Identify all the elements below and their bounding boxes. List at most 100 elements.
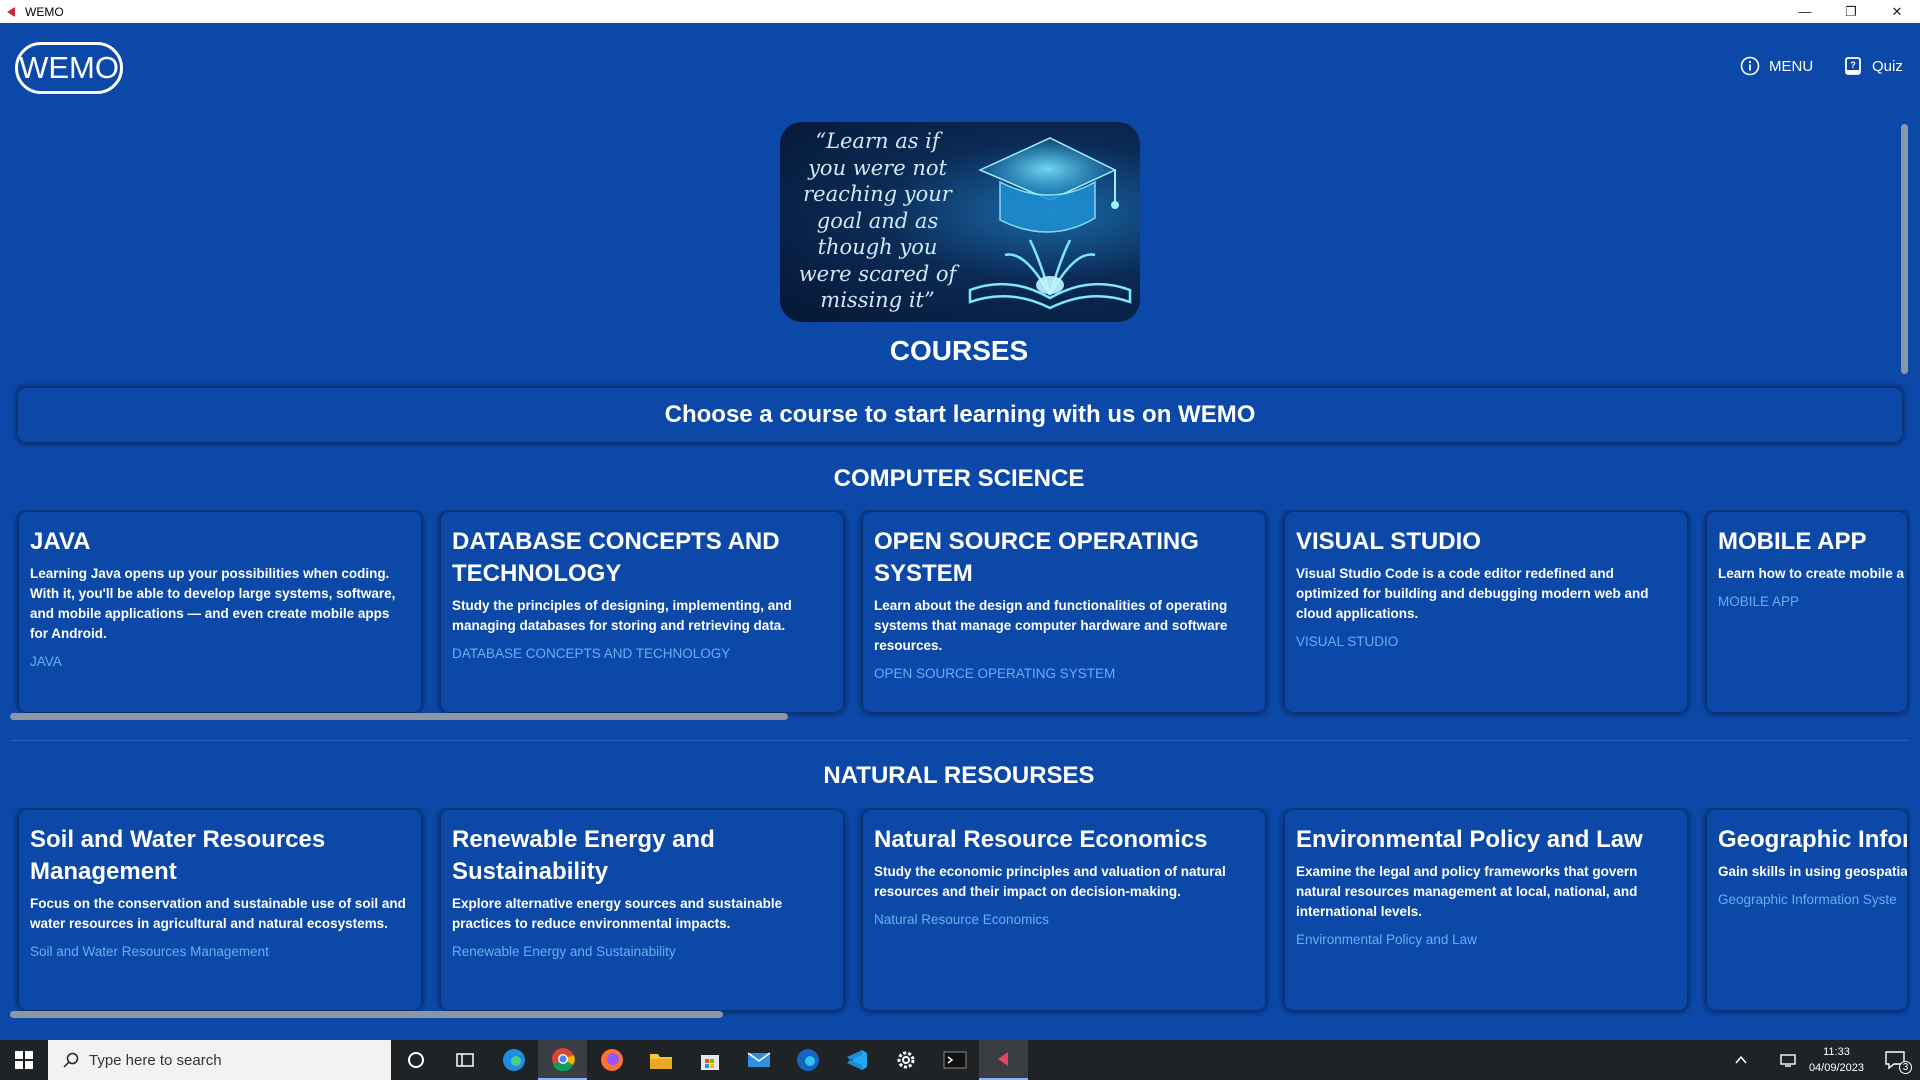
card-link[interactable]: Natural Resource Economics [874, 912, 1254, 927]
course-card-environmental-policy[interactable]: Environmental Policy and Law Examine the… [1285, 810, 1687, 1010]
info-icon [1740, 56, 1760, 76]
mail-icon [747, 1052, 770, 1067]
course-card-gis[interactable]: Geographic Infor (GIS) and Remote Gain s… [1707, 810, 1907, 1010]
course-card-visual-studio[interactable]: VISUAL STUDIO Visual Studio Code is a co… [1285, 512, 1687, 712]
quote-line: “Learn as if [815, 129, 940, 153]
card-title: DATABASE CONCEPTS AND TECHNOLOGY [452, 528, 780, 587]
card-title: Environmental Policy and Law [1296, 826, 1643, 853]
vertical-scrollbar[interactable] [1901, 124, 1908, 374]
card-link[interactable]: Geographic Information Syste [1718, 892, 1897, 907]
card-title: OPEN SOURCE OPERATING SYSTEM [874, 528, 1199, 587]
wemo-app-icon [997, 1052, 1008, 1066]
cortana-button[interactable] [391, 1040, 440, 1080]
computer-science-cards: JAVA Learning Java opens up your possibi… [0, 510, 1910, 718]
task-view-icon [455, 1053, 474, 1067]
window-titlebar: WEMO — ❐ ✕ [0, 0, 1920, 23]
window-title: WEMO [25, 4, 64, 19]
clock-date: 04/09/2023 [1808, 1062, 1864, 1074]
card-title: Natural Resource Economics [874, 826, 1208, 853]
card-title: VISUAL STUDIO [1296, 528, 1481, 555]
edge-icon [502, 1049, 525, 1071]
wemo-logo[interactable]: WEMO [15, 42, 123, 94]
course-card-mobile-app[interactable]: MOBILE APP Learn how to create mobile a … [1707, 512, 1907, 712]
card-description: Explore alternative energy sources and s… [452, 896, 783, 931]
menu-link[interactable]: MENU [1740, 56, 1813, 76]
chrome-icon [551, 1048, 575, 1071]
taskbar-search[interactable]: Type here to search [48, 1040, 391, 1080]
quiz-link[interactable]: ? Quiz [1843, 56, 1903, 76]
card-link[interactable]: DATABASE CONCEPTS AND TECHNOLOGY [452, 646, 832, 661]
store-icon [700, 1055, 719, 1070]
section-title-natural-resources: NATURAL RESOURSES [823, 762, 1095, 789]
course-card-resource-economics[interactable]: Natural Resource Economics Study the eco… [863, 810, 1265, 1010]
card-title: JAVA [30, 528, 91, 555]
section-title-computer-science: COMPUTER SCIENCE [833, 465, 1085, 492]
system-tray: 11:33 04/09/2023 3 [1733, 1040, 1920, 1080]
clock[interactable]: 11:33 04/09/2023 [1809, 1044, 1864, 1076]
horizontal-scrollbar[interactable] [10, 713, 788, 720]
taskbar-edge[interactable] [489, 1040, 538, 1080]
folder-icon [649, 1054, 672, 1069]
task-view-button[interactable] [440, 1040, 489, 1080]
quote-line: though you [817, 235, 938, 259]
card-link[interactable]: OPEN SOURCE OPERATING SYSTEM [874, 666, 1254, 681]
cortana-icon [407, 1052, 424, 1068]
card-description: Learning Java opens up your possibilitie… [30, 566, 396, 641]
card-description: Gain skills in using geospatia and visua… [1718, 864, 1907, 879]
card-description: Study the principles of designing, imple… [452, 598, 792, 633]
notifications-button[interactable]: 3 [1882, 1045, 1912, 1075]
horizontal-scrollbar[interactable] [10, 1011, 723, 1018]
card-link[interactable]: JAVA [30, 654, 410, 669]
card-link[interactable]: MOBILE APP [1718, 594, 1896, 609]
restore-button[interactable]: ❐ [1828, 0, 1874, 23]
quote-line: goal and as [816, 208, 939, 233]
app-icon [4, 4, 20, 20]
course-card-open-source-os[interactable]: OPEN SOURCE OPERATING SYSTEM Learn about… [863, 512, 1265, 712]
course-card-renewable-energy[interactable]: Renewable Energy and Sustainability Expl… [441, 810, 843, 1010]
firefox-icon [600, 1049, 623, 1071]
notification-count: 3 [1899, 1061, 1912, 1074]
taskbar-firefox[interactable] [587, 1040, 636, 1080]
vscode-icon [846, 1050, 867, 1070]
minimize-button[interactable]: — [1782, 0, 1828, 23]
quote-line: missing it” [820, 288, 935, 312]
taskbar-chrome[interactable] [538, 1040, 587, 1080]
taskbar-terminal[interactable] [930, 1040, 979, 1080]
card-title: Renewable Energy and Sustainability [452, 826, 715, 885]
quiz-label: Quiz [1872, 57, 1903, 75]
svg-text:?: ? [1850, 60, 1856, 70]
quote-line: were scared of [798, 261, 957, 286]
search-placeholder: Type here to search [89, 1051, 222, 1069]
taskbar-vscode[interactable] [832, 1040, 881, 1080]
course-card-database[interactable]: DATABASE CONCEPTS AND TECHNOLOGY Study t… [441, 512, 843, 712]
chevron-up-icon[interactable] [1733, 1052, 1749, 1068]
courses-heading: COURSES [889, 335, 1029, 366]
close-button[interactable]: ✕ [1874, 0, 1920, 23]
taskbar-store[interactable] [685, 1040, 734, 1080]
hero-quote: “Learn as if you were not reaching your … [790, 128, 965, 314]
taskbar-mail[interactable] [734, 1040, 783, 1080]
taskbar-edge-dev[interactable] [783, 1040, 832, 1080]
course-card-java[interactable]: JAVA Learning Java opens up your possibi… [19, 512, 421, 712]
taskbar-wemo-app[interactable] [979, 1040, 1028, 1080]
card-link[interactable]: VISUAL STUDIO [1296, 634, 1676, 649]
network-icon[interactable] [1779, 1052, 1799, 1068]
card-description: Visual Studio Code is a code editor rede… [1296, 566, 1649, 621]
start-button[interactable] [0, 1040, 48, 1080]
gear-icon [897, 1051, 914, 1069]
taskbar-settings[interactable] [881, 1040, 930, 1080]
course-card-soil-water[interactable]: Soil and Water Resources Management Focu… [19, 810, 421, 1010]
card-description: Focus on the conservation and sustainabl… [30, 896, 406, 931]
hero-quote-image: “Learn as if you were not reaching your … [780, 122, 1140, 322]
quiz-book-icon: ? [1845, 57, 1861, 75]
graduation-cap-book-icon [968, 137, 1132, 310]
terminal-icon [943, 1051, 966, 1069]
card-link[interactable]: Soil and Water Resources Management [30, 944, 410, 959]
card-link[interactable]: Renewable Energy and Sustainability [452, 944, 832, 959]
taskbar: Type here to search 11:33 04/09/2023 3 [0, 1040, 1920, 1080]
card-description: Learn how to create mobile a iOS platfor… [1718, 566, 1907, 581]
clock-time: 11:33 [1823, 1046, 1850, 1058]
card-link[interactable]: Environmental Policy and Law [1296, 932, 1676, 947]
quote-line: you were not [808, 155, 947, 180]
taskbar-file-explorer[interactable] [636, 1040, 685, 1080]
